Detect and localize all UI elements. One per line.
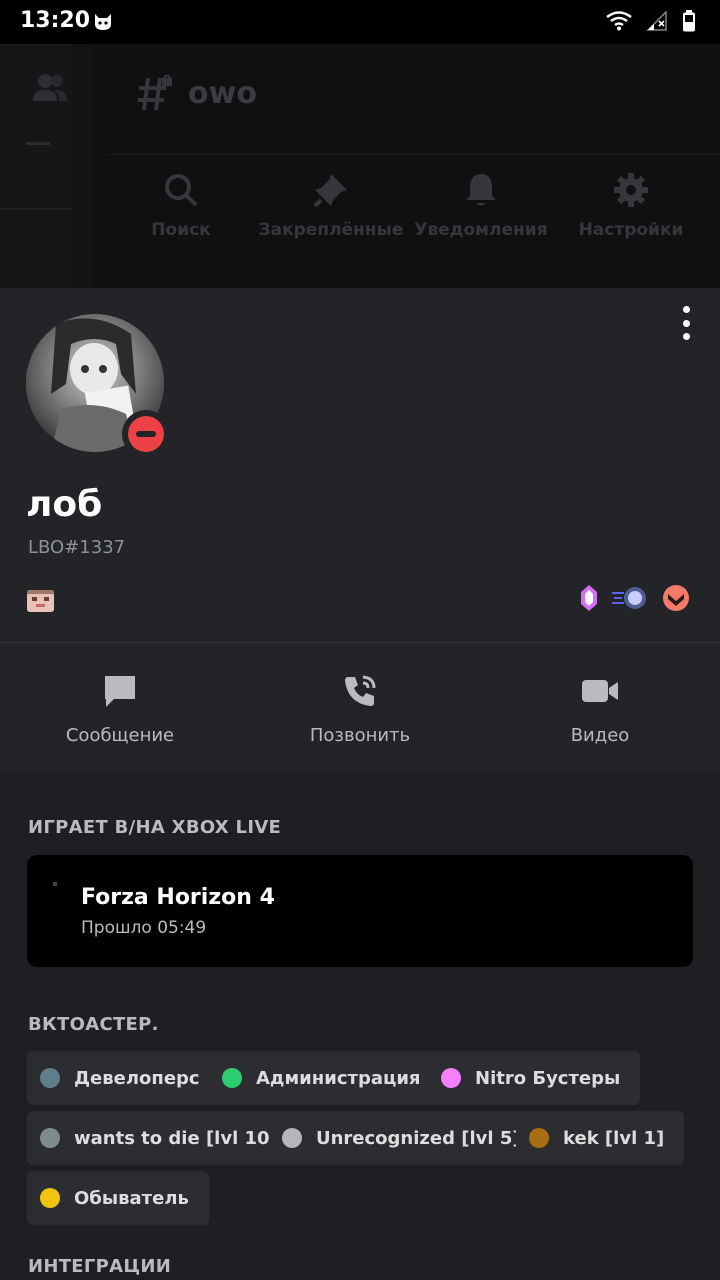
gear-icon <box>614 173 648 207</box>
call-button-label: Позвонить <box>309 725 411 746</box>
channel-sidebar-edge <box>72 44 92 288</box>
search-tool[interactable]: Поиск <box>106 160 256 240</box>
channel-name: owo <box>188 76 257 111</box>
profile-tag[interactable]: LBO#1337 <box>28 537 125 558</box>
role-name: Nitro Бустеры <box>475 1067 621 1089</box>
cell-signal-icon <box>646 11 667 31</box>
dnd-status-icon <box>128 416 164 452</box>
role-color-dot <box>40 1068 60 1088</box>
sidebar-separator <box>0 208 72 210</box>
role-name: wants to die [lvl 10] <box>74 1127 278 1149</box>
profile-badges <box>580 584 690 612</box>
activity-game-name: Forza Horizon 4 <box>81 885 275 910</box>
notifications-tool[interactable]: Уведомления <box>406 160 556 240</box>
sidebar-divider <box>26 142 50 145</box>
message-button-label: Сообщение <box>65 725 175 746</box>
call-button[interactable]: Позвонить <box>240 673 480 746</box>
more-dot-icon <box>682 306 690 313</box>
profile-username: лоб <box>26 484 103 525</box>
role-chip[interactable]: Unrecognized [lvl 5] <box>269 1111 541 1165</box>
video-icon <box>582 680 618 702</box>
wifi-icon <box>606 11 632 31</box>
channel-toolbar: Поиск Закреплённые Уведомления Настройки <box>106 160 720 260</box>
video-button[interactable]: Видео <box>480 673 720 746</box>
battery-icon <box>683 10 695 32</box>
hypesquad-icon[interactable] <box>612 585 648 611</box>
role-name: kek [lvl 1] <box>563 1127 665 1149</box>
role-color-dot <box>222 1068 242 1088</box>
friends-icon <box>33 74 67 101</box>
pins-tool-label: Закреплённые <box>258 220 404 240</box>
search-tool-label: Поиск <box>151 220 211 240</box>
integrations-section-title: ИНТЕГРАЦИИ <box>28 1256 172 1277</box>
role-color-dot <box>40 1128 60 1148</box>
locked-channel-icon <box>138 74 172 111</box>
status-bar: 13:20 <box>0 0 720 44</box>
role-color-dot <box>282 1128 302 1148</box>
video-button-label: Видео <box>570 725 630 746</box>
cat-notification-icon <box>95 14 111 30</box>
brilliance-icon[interactable] <box>662 584 690 612</box>
pins-tool[interactable]: Закреплённые <box>256 160 406 240</box>
role-chip[interactable]: Nitro Бустеры <box>428 1051 641 1105</box>
game-image <box>53 882 57 886</box>
status-time: 13:20 <box>20 8 91 33</box>
activity-elapsed-time: Прошло 05:49 <box>81 918 207 938</box>
role-chip[interactable]: Администрация <box>209 1051 441 1105</box>
role-chip[interactable]: Обыватель <box>27 1171 209 1225</box>
activity-card: Forza Horizon 4 Прошло 05:49 <box>27 855 693 967</box>
activity-section-title: ИГРАЕТ В/НА XBOX LIVE <box>28 817 282 838</box>
role-name: Обыватель <box>74 1187 189 1209</box>
role-chip[interactable]: kek [lvl 1] <box>516 1111 685 1165</box>
profile-actions: Сообщение Позвонить Видео <box>0 643 720 771</box>
role-chip[interactable]: Девелоперс <box>27 1051 220 1105</box>
more-dot-icon <box>682 333 690 340</box>
role-color-dot <box>529 1128 549 1148</box>
bell-icon <box>466 174 496 206</box>
role-color-dot <box>40 1188 60 1208</box>
custom-status-emoji <box>27 590 54 612</box>
phone-icon <box>345 675 376 706</box>
settings-tool-label: Настройки <box>578 220 684 240</box>
more-options-button[interactable] <box>676 306 696 340</box>
settings-tool[interactable]: Настройки <box>556 160 706 240</box>
role-chip[interactable]: wants to die [lvl 10] <box>27 1111 298 1165</box>
nitro-boost-icon[interactable] <box>580 584 598 612</box>
role-name: Администрация <box>256 1067 421 1089</box>
message-icon <box>105 676 135 707</box>
role-color-dot <box>441 1068 461 1088</box>
dnd-status-indicator <box>122 410 170 458</box>
search-icon <box>165 174 198 207</box>
message-button[interactable]: Сообщение <box>0 673 240 746</box>
role-name: Unrecognized [lvl 5] <box>316 1127 521 1149</box>
pin-icon <box>313 174 347 208</box>
roles-section-title: ВКТОАСТЕР. <box>28 1014 159 1035</box>
more-dot-icon <box>682 319 690 327</box>
role-name: Девелоперс <box>74 1067 200 1089</box>
notifications-tool-label: Уведомления <box>414 220 548 240</box>
